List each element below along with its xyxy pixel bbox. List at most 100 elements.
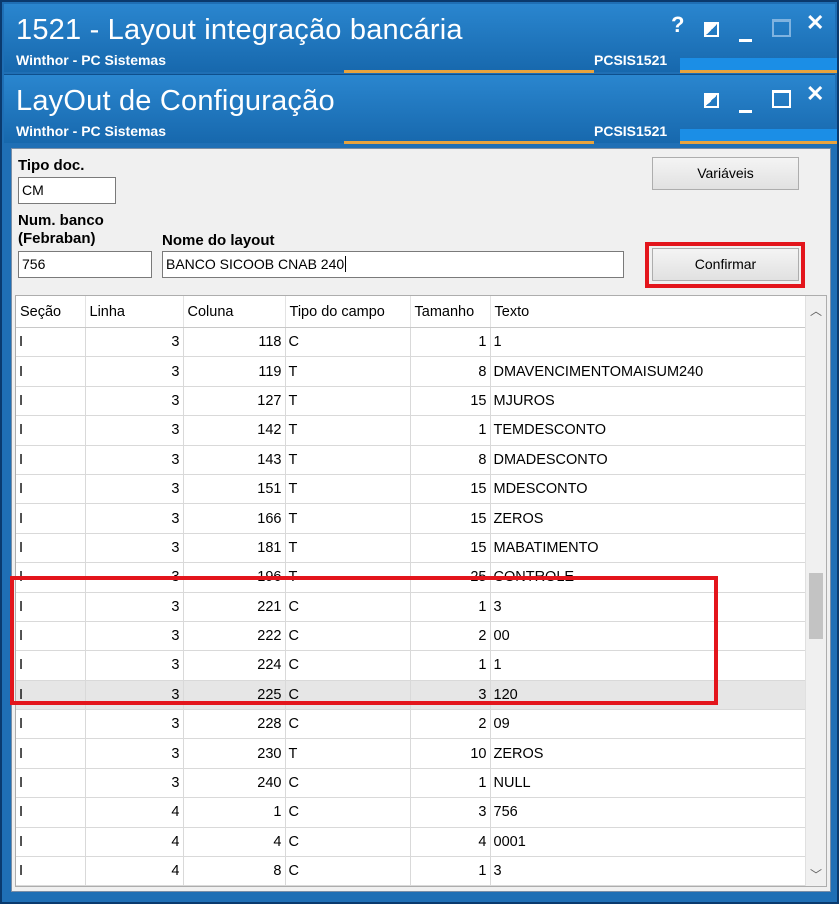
table-row[interactable]: I 3 143 T 8 DMADESCONTO xyxy=(16,445,807,475)
col-header-linha[interactable]: Linha xyxy=(85,296,184,328)
table-row[interactable]: I 3 196 T 25 CONTROLE xyxy=(16,562,807,593)
cell-coluna[interactable]: 142 xyxy=(183,415,286,446)
cell-texto[interactable]: MJUROS xyxy=(490,386,807,417)
cell-secao[interactable]: I xyxy=(16,797,86,828)
close-icon[interactable]: ✕ xyxy=(806,10,824,36)
cell-texto[interactable]: TEMDESCONTO xyxy=(490,415,807,446)
cell-linha[interactable]: 3 xyxy=(85,621,184,652)
cell-secao[interactable]: I xyxy=(16,415,86,446)
cell-secao[interactable]: I xyxy=(16,356,86,387)
cell-tamanho[interactable]: 15 xyxy=(410,474,491,505)
cell-linha[interactable]: 3 xyxy=(85,474,184,505)
layout-grid[interactable]: Seção Linha Coluna Tipo do campo Tamanho… xyxy=(15,295,827,887)
cell-secao[interactable]: I xyxy=(16,474,86,505)
cell-texto[interactable]: ZEROS xyxy=(490,738,807,769)
cell-linha[interactable]: 3 xyxy=(85,386,184,417)
help-icon[interactable]: ? xyxy=(671,12,684,38)
cell-linha[interactable]: 3 xyxy=(85,415,184,446)
restore-icon[interactable] xyxy=(704,17,719,43)
cell-texto[interactable]: 756 xyxy=(490,797,807,828)
tipo-doc-field[interactable]: CM xyxy=(18,177,116,204)
cell-coluna[interactable]: 9 xyxy=(183,885,286,886)
col-header-tamanho[interactable]: Tamanho xyxy=(410,296,491,328)
cell-coluna[interactable]: 127 xyxy=(183,386,286,417)
cell-tipo[interactable]: C xyxy=(285,621,411,652)
cell-texto[interactable]: 1 xyxy=(490,650,807,681)
cell-tipo[interactable]: C xyxy=(285,592,411,622)
cell-tipo[interactable]: T xyxy=(285,533,411,564)
cell-texto[interactable]: ZEROS xyxy=(490,503,807,534)
minimize-icon[interactable] xyxy=(739,12,752,42)
cell-linha[interactable]: 4 xyxy=(85,885,184,886)
cell-texto[interactable]: 09 xyxy=(490,709,807,740)
cell-secao[interactable]: I xyxy=(16,503,86,534)
cell-tipo[interactable]: C xyxy=(285,827,411,858)
cell-tamanho[interactable]: 1 xyxy=(410,415,491,446)
cell-tamanho[interactable]: 2 xyxy=(410,709,491,740)
cell-secao[interactable]: I xyxy=(16,768,86,799)
cell-tamanho[interactable]: 1 xyxy=(410,327,491,358)
cell-tamanho[interactable]: 3 xyxy=(410,680,491,711)
cell-texto[interactable]: 3 xyxy=(490,592,807,622)
cell-texto[interactable]: MABATIMENTO xyxy=(490,533,807,564)
cell-tamanho[interactable]: 1 xyxy=(410,592,491,622)
cell-coluna[interactable]: 222 xyxy=(183,621,286,652)
maximize-icon[interactable] xyxy=(772,88,791,114)
cell-texto[interactable]: NUMSEQ xyxy=(490,885,807,886)
col-header-secao[interactable]: Seção xyxy=(16,296,86,328)
cell-secao[interactable]: I xyxy=(16,827,86,858)
cell-secao[interactable]: I xyxy=(16,592,86,622)
cell-texto[interactable]: MDESCONTO xyxy=(490,474,807,505)
cell-tipo[interactable]: T xyxy=(285,503,411,534)
cell-texto[interactable]: 120 xyxy=(490,680,807,711)
cell-tipo[interactable]: C xyxy=(285,709,411,740)
cell-tamanho[interactable]: 15 xyxy=(410,503,491,534)
table-row[interactable]: I 4 1 C 3 756 xyxy=(16,797,807,828)
cell-coluna[interactable]: 4 xyxy=(183,827,286,858)
cell-tamanho[interactable]: 15 xyxy=(410,386,491,417)
cell-texto[interactable]: 00 xyxy=(490,621,807,652)
cell-texto[interactable]: 1 xyxy=(490,327,807,358)
nome-layout-field[interactable]: BANCO SICOOB CNAB 240​ xyxy=(162,251,624,278)
cell-tipo[interactable]: C xyxy=(285,650,411,681)
table-row[interactable]: I48C13 xyxy=(16,856,807,886)
table-row[interactable]: I 3 181 T 15 MABATIMENTO xyxy=(16,533,807,564)
main-titlebar[interactable]: 1521 - Layout integração bancária Wintho… xyxy=(4,4,837,73)
cell-texto[interactable]: DMADESCONTO xyxy=(490,445,807,475)
cell-coluna[interactable]: 230 xyxy=(183,738,286,769)
maximize-icon[interactable] xyxy=(772,17,791,43)
table-row[interactable]: I 3 228 C 2 09 xyxy=(16,709,807,740)
cell-coluna[interactable]: 225 xyxy=(183,680,286,711)
table-row[interactable]: I 3 166 T 15 ZEROS xyxy=(16,503,807,534)
cell-coluna[interactable]: 221 xyxy=(183,592,286,622)
cell-linha[interactable]: 3 xyxy=(85,768,184,799)
table-row[interactable]: I 3 222 C 2 00 xyxy=(16,621,807,652)
cell-tipo[interactable]: T xyxy=(285,474,411,505)
cell-linha[interactable]: 4 xyxy=(85,797,184,828)
cell-tamanho[interactable]: 1 xyxy=(410,856,491,886)
cell-tipo[interactable]: C xyxy=(285,797,411,828)
table-row[interactable]: I 3 240 C 1 NULL xyxy=(16,768,807,799)
cell-tamanho[interactable]: 3 xyxy=(410,797,491,828)
cell-secao[interactable]: I xyxy=(16,327,86,358)
confirmar-button[interactable]: Confirmar xyxy=(652,248,799,281)
cell-linha[interactable]: 4 xyxy=(85,856,184,886)
cell-coluna[interactable]: 151 xyxy=(183,474,286,505)
cell-coluna[interactable]: 119 xyxy=(183,356,286,387)
cell-tipo[interactable]: T xyxy=(285,386,411,417)
cell-coluna[interactable]: 143 xyxy=(183,445,286,475)
cell-tamanho[interactable]: 1 xyxy=(410,768,491,799)
cell-tipo[interactable]: C xyxy=(285,680,411,711)
scroll-up-icon[interactable]: ︿ xyxy=(806,302,826,320)
table-row[interactable]: I 3 119 T 8 DMAVENCIMENTOMAISUM240 xyxy=(16,356,807,387)
cell-tipo[interactable]: T xyxy=(285,445,411,475)
cell-linha[interactable]: 3 xyxy=(85,738,184,769)
cell-linha[interactable]: 3 xyxy=(85,562,184,593)
cell-secao[interactable]: I xyxy=(16,621,86,652)
minimize-icon[interactable] xyxy=(739,83,752,113)
cell-coluna[interactable]: 166 xyxy=(183,503,286,534)
cell-linha[interactable]: 3 xyxy=(85,533,184,564)
cell-coluna[interactable]: 196 xyxy=(183,562,286,593)
cell-linha[interactable]: 3 xyxy=(85,650,184,681)
cell-tipo[interactable]: T xyxy=(285,415,411,446)
